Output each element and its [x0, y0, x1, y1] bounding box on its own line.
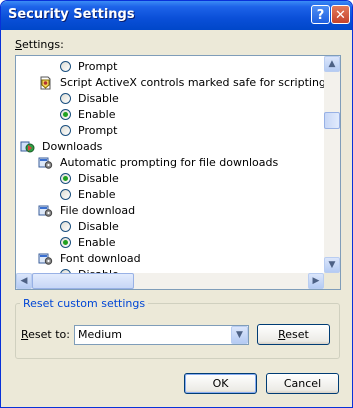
- tree-item-label: Enable: [78, 236, 116, 249]
- tree-item-label: Downloads: [42, 140, 103, 153]
- tree-item-label: Enable: [78, 108, 116, 121]
- scroll-down-button[interactable]: ▼: [324, 257, 340, 273]
- tree-item-label: Disable: [78, 92, 119, 105]
- settings-label: Settings:: [15, 38, 64, 51]
- scroll-right-icon: ▶: [312, 276, 320, 286]
- radio-button[interactable]: [60, 221, 71, 232]
- scroll-left-icon: ◀: [20, 276, 28, 286]
- scroll-left-button[interactable]: ◀: [16, 273, 32, 289]
- tree-item-label: Disable: [78, 220, 119, 233]
- ok-button[interactable]: OK: [184, 373, 257, 394]
- help-button[interactable]: ?: [311, 5, 330, 24]
- settings-gear-icon: [38, 156, 53, 170]
- reset-button[interactable]: Reset: [257, 324, 330, 345]
- chevron-down-icon: ▼: [236, 330, 243, 340]
- tree-item-label: Script ActiveX controls marked safe for …: [60, 76, 326, 89]
- title-bar[interactable]: Security Settings ? ✕: [1, 1, 352, 30]
- settings-tree[interactable]: Prompt Script ActiveX controls marked saf…: [15, 55, 341, 290]
- radio-button[interactable]: [60, 61, 71, 72]
- settings-gear-icon: [38, 252, 53, 266]
- horizontal-scrollbar[interactable]: ◀ ▶: [16, 273, 324, 289]
- activex-script-icon: [38, 76, 53, 90]
- scroll-up-icon: ▲: [328, 59, 336, 69]
- scroll-down-icon: ▼: [328, 260, 336, 270]
- radio-button[interactable]: [60, 125, 71, 136]
- reset-to-selected-value: Medium: [78, 328, 122, 341]
- horizontal-scroll-thumb[interactable]: [32, 273, 134, 289]
- tree-item-label: Disable: [78, 172, 119, 185]
- scrollbar-corner: [324, 273, 340, 289]
- dropdown-button[interactable]: ▼: [231, 326, 248, 344]
- cancel-button[interactable]: Cancel: [266, 373, 339, 394]
- radio-button-checked[interactable]: [60, 109, 71, 120]
- tree-item-label: Prompt: [78, 124, 118, 137]
- radio-button-checked[interactable]: [60, 237, 71, 248]
- reset-group-title: Reset custom settings: [20, 297, 149, 310]
- tree-item-label: File download: [60, 204, 136, 217]
- radio-button[interactable]: [60, 189, 71, 200]
- reset-to-select[interactable]: Medium ▼: [74, 325, 249, 345]
- scroll-right-button[interactable]: ▶: [308, 273, 324, 289]
- window-title: Security Settings: [8, 7, 135, 22]
- security-settings-dialog: Security Settings ? ✕ Settings: Prompt Sc…: [0, 0, 353, 408]
- downloads-category-icon: [20, 140, 35, 154]
- vertical-scroll-thumb[interactable]: [324, 112, 340, 129]
- tree-item-label: Automatic prompting for file downloads: [60, 156, 279, 169]
- tree-item-label: Prompt: [78, 60, 118, 73]
- reset-to-label: Reset to:: [21, 328, 70, 341]
- radio-button[interactable]: [60, 93, 71, 104]
- help-icon: ?: [316, 8, 325, 23]
- close-icon: ✕: [335, 8, 346, 23]
- settings-gear-icon: [38, 204, 53, 218]
- scroll-up-button[interactable]: ▲: [324, 56, 340, 72]
- close-button[interactable]: ✕: [331, 5, 350, 24]
- radio-button-checked[interactable]: [60, 173, 71, 184]
- vertical-scrollbar[interactable]: ▲ ▼: [324, 56, 340, 273]
- tree-item-label: Font download: [60, 252, 141, 265]
- tree-item-label: Enable: [78, 188, 116, 201]
